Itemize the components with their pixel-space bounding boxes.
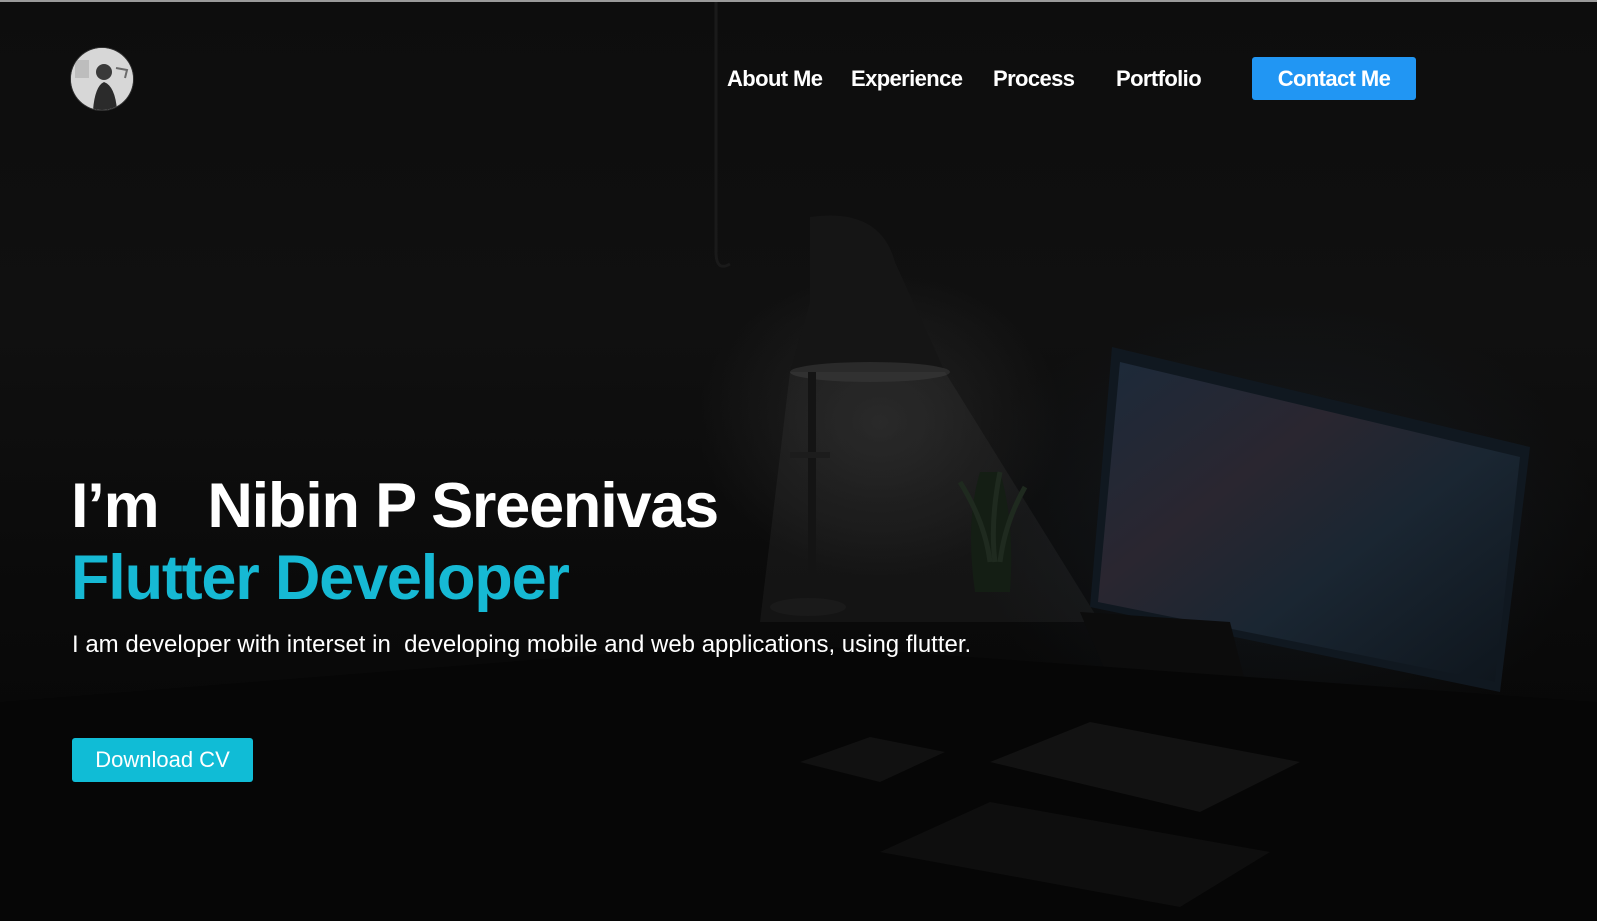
- nav-process[interactable]: Process: [993, 57, 1075, 101]
- hero-name-heading: I’m Nibin P Sreenivas: [71, 471, 719, 541]
- page: About Me Experience Process Portfolio Co…: [0, 0, 1597, 921]
- hero-description: I am developer with interset in developi…: [72, 631, 972, 658]
- desk-scene-illustration: [0, 2, 1597, 921]
- background-image: [0, 2, 1597, 921]
- main-nav: About Me Experience Process Portfolio Co…: [0, 57, 1597, 101]
- nav-about-me[interactable]: About Me: [727, 57, 823, 101]
- lamp-shade: [790, 215, 945, 377]
- nav-portfolio[interactable]: Portfolio: [1116, 57, 1202, 101]
- hero-role-heading: Flutter Developer: [71, 543, 570, 613]
- download-cv-button[interactable]: Download CV: [72, 738, 253, 782]
- nav-experience[interactable]: Experience: [851, 57, 963, 101]
- contact-me-button[interactable]: Contact Me: [1252, 57, 1416, 100]
